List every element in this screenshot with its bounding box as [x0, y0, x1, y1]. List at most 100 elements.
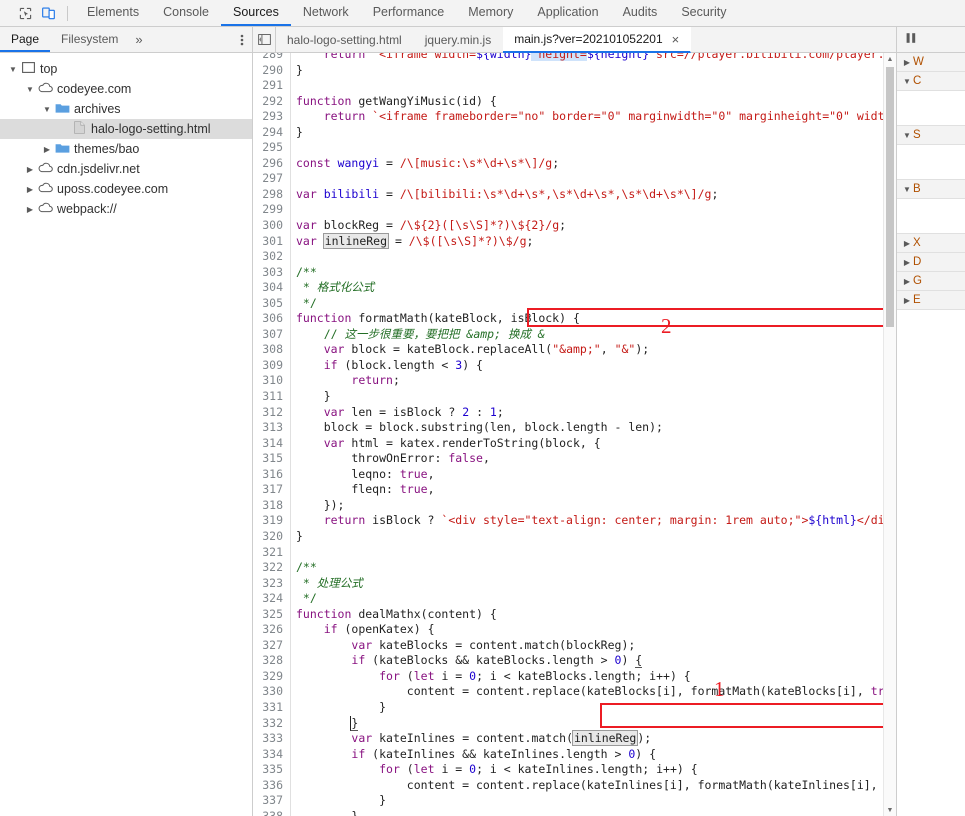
device-toolbar-icon[interactable] [38, 3, 60, 23]
debugger-section-s[interactable]: ▼ S [897, 126, 965, 145]
tree-item-uposs-codeyee-com[interactable]: ▶ uposs.codeyee.com [0, 179, 252, 199]
line-number[interactable]: 305 [253, 296, 283, 312]
line-number[interactable]: 318 [253, 498, 283, 514]
line-number[interactable]: 298 [253, 187, 283, 203]
line-number[interactable]: 321 [253, 545, 283, 561]
line-number[interactable]: 301 [253, 234, 283, 250]
code-lines[interactable]: return `<iframe width=${width} height=${… [296, 53, 896, 816]
code-line[interactable]: leqno: true, [296, 467, 896, 483]
tab-console[interactable]: Console [151, 0, 221, 26]
code-line[interactable]: // 这一步很重要，要把把 &amp; 换成 & [296, 327, 896, 343]
line-number[interactable]: 292 [253, 94, 283, 110]
debugger-section-g[interactable]: ▶ G [897, 272, 965, 291]
source-code[interactable]: 289 290 291 292 293 294 295 296 297 298 299 300 301 3… [253, 53, 896, 816]
code-line[interactable]: /** [296, 560, 896, 576]
line-number[interactable]: 306 [253, 311, 283, 327]
code-line[interactable]: return; [296, 373, 896, 389]
chevron-right-icon[interactable]: ▶ [901, 239, 913, 248]
code-line[interactable]: }); [296, 498, 896, 514]
scroll-up-icon[interactable]: ▲ [884, 53, 896, 65]
code-line[interactable]: var kateBlocks = content.match(blockReg)… [296, 638, 896, 654]
chevron-down-icon[interactable]: ▼ [23, 85, 37, 94]
code-line[interactable]: */ [296, 591, 896, 607]
chevron-right-icon[interactable]: ▶ [23, 185, 37, 194]
chevron-right-icon[interactable]: ▶ [901, 277, 913, 286]
more-options-icon[interactable] [240, 27, 244, 52]
chevron-right-icon[interactable]: ▶ [901, 58, 913, 67]
code-line[interactable]: function getWangYiMusic(id) { [296, 94, 896, 110]
line-number[interactable]: 330 [253, 684, 283, 700]
line-number[interactable]: 300 [253, 218, 283, 234]
editor-scrollbar[interactable]: ▲ ▼ [883, 53, 896, 816]
line-number[interactable]: 316 [253, 467, 283, 483]
line-number[interactable]: 289 [253, 53, 283, 63]
chevron-down-icon[interactable]: ▼ [901, 185, 913, 194]
code-line[interactable]: for (let i = 0; i < kateBlocks.length; i… [296, 669, 896, 685]
line-number[interactable]: 310 [253, 373, 283, 389]
line-number[interactable]: 308 [253, 342, 283, 358]
code-line[interactable] [296, 171, 896, 187]
line-number[interactable]: 303 [253, 265, 283, 281]
line-number[interactable]: 328 [253, 653, 283, 669]
line-number[interactable]: 334 [253, 747, 283, 763]
line-number[interactable]: 309 [253, 358, 283, 374]
tab-sources[interactable]: Sources [220, 0, 291, 26]
debugger-section-w[interactable]: ▶ W [897, 53, 965, 72]
debugger-section-b[interactable]: ▼ B [897, 180, 965, 199]
line-number[interactable]: 322 [253, 560, 283, 576]
line-number[interactable]: 326 [253, 622, 283, 638]
line-number[interactable]: 331 [253, 700, 283, 716]
line-number[interactable]: 317 [253, 482, 283, 498]
chevron-down-icon[interactable]: ▼ [901, 77, 913, 86]
code-line[interactable]: } [296, 715, 896, 732]
code-line[interactable]: if (kateBlocks && kateBlocks.length > 0)… [296, 653, 896, 669]
debugger-section-e[interactable]: ▶ E [897, 291, 965, 310]
line-number[interactable]: 332 [253, 716, 283, 732]
line-number[interactable]: 338 [253, 809, 283, 816]
tree-item-top[interactable]: ▼ top [0, 59, 252, 79]
chevron-right-icon[interactable]: ▶ [23, 205, 37, 214]
line-number[interactable]: 294 [253, 125, 283, 141]
code-line[interactable]: fleqn: true, [296, 482, 896, 498]
chevron-right-icon[interactable]: ▶ [901, 258, 913, 267]
line-number[interactable]: 296 [253, 156, 283, 172]
inspect-element-icon[interactable] [14, 3, 36, 23]
code-line[interactable]: block = block.substring(len, block.lengt… [296, 420, 896, 436]
tree-item-codeyee-com[interactable]: ▼ codeyee.com [0, 79, 252, 99]
line-number[interactable]: 290 [253, 63, 283, 79]
line-number[interactable]: 311 [253, 389, 283, 405]
code-line[interactable]: } [296, 793, 896, 809]
line-number[interactable]: 337 [253, 793, 283, 809]
line-number[interactable]: 307 [253, 327, 283, 343]
line-number[interactable]: 320 [253, 529, 283, 545]
code-line[interactable]: * 处理公式 [296, 576, 896, 592]
file-tab-halo-logo-setting[interactable]: halo-logo-setting.html [276, 27, 414, 52]
code-line[interactable]: } [296, 63, 896, 79]
code-line[interactable]: var bilibili = /\[bilibili:\s*\d+\s*,\s*… [296, 187, 896, 203]
chevron-down-icon[interactable]: ▼ [901, 131, 913, 140]
code-line[interactable] [296, 249, 896, 265]
navigator-tab-page[interactable]: Page [0, 27, 51, 52]
code-line[interactable]: /** [296, 265, 896, 281]
line-number[interactable]: 291 [253, 78, 283, 94]
chevron-down-icon[interactable]: ▼ [6, 65, 20, 74]
code-line[interactable]: var len = isBlock ? 2 : 1; [296, 405, 896, 421]
tab-application[interactable]: Application [525, 0, 610, 26]
line-number[interactable]: 324 [253, 591, 283, 607]
line-number[interactable]: 304 [253, 280, 283, 296]
tree-item-webpack-[interactable]: ▶ webpack:// [0, 199, 252, 219]
code-line[interactable] [296, 78, 896, 94]
code-line[interactable]: } [296, 529, 896, 545]
tab-performance[interactable]: Performance [361, 0, 457, 26]
code-line[interactable]: throwOnError: false, [296, 451, 896, 467]
tree-item-cdn-jsdelivr-net[interactable]: ▶ cdn.jsdelivr.net [0, 159, 252, 179]
pause-script-icon[interactable] [905, 32, 917, 47]
close-icon[interactable]: × [672, 32, 680, 47]
file-tree[interactable]: ▼ top ▼ codeyee.com ▼ archives halo-logo-setti… [0, 53, 252, 816]
code-line[interactable]: function dealMathx(content) { [296, 607, 896, 623]
tab-memory[interactable]: Memory [456, 0, 525, 26]
code-line[interactable]: if (kateInlines && kateInlines.length > … [296, 747, 896, 763]
navigator-tab-filesystem[interactable]: Filesystem [50, 27, 129, 52]
file-tab-main-js[interactable]: main.js?ver=202101052201 × [503, 27, 692, 53]
code-line[interactable]: content = content.replace(kateInlines[i]… [296, 778, 896, 794]
